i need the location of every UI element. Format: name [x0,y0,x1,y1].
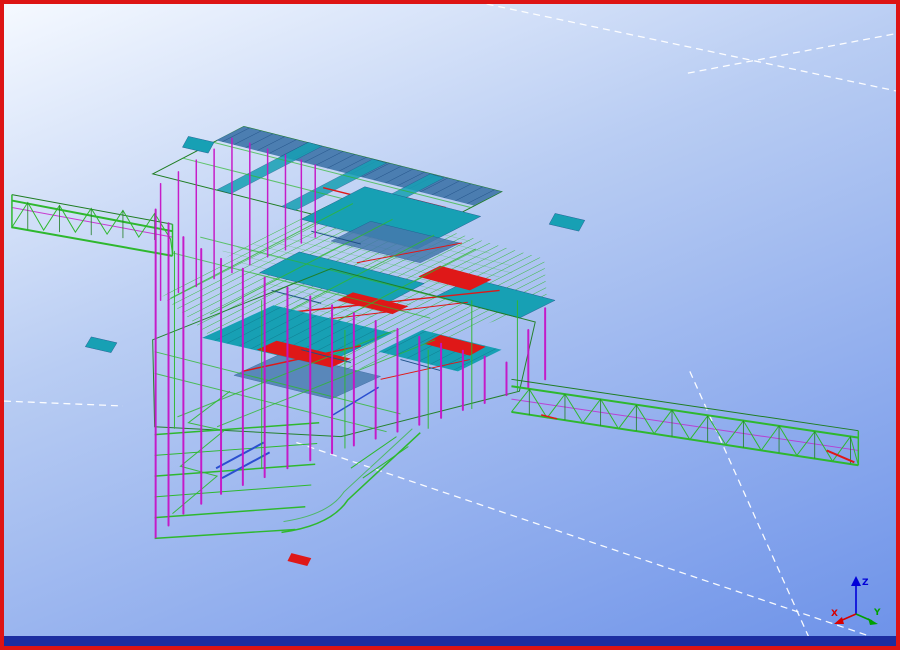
z-axis-arrow: Z [851,576,869,614]
y-axis-arrow: Y [856,608,881,625]
status-bar [4,636,896,646]
x-axis-arrow: X [831,609,856,624]
axis-z-label: Z [862,578,869,588]
left-cantilever-truss [12,195,173,256]
model-canvas[interactable] [4,4,896,646]
view-axis-gizmo: Z X Y [830,570,886,630]
axis-y-label: Y [873,608,881,618]
right-cantilever-truss [511,379,858,465]
axis-x-label: X [831,609,838,619]
model-view-window[interactable]: Z X Y [0,0,900,650]
